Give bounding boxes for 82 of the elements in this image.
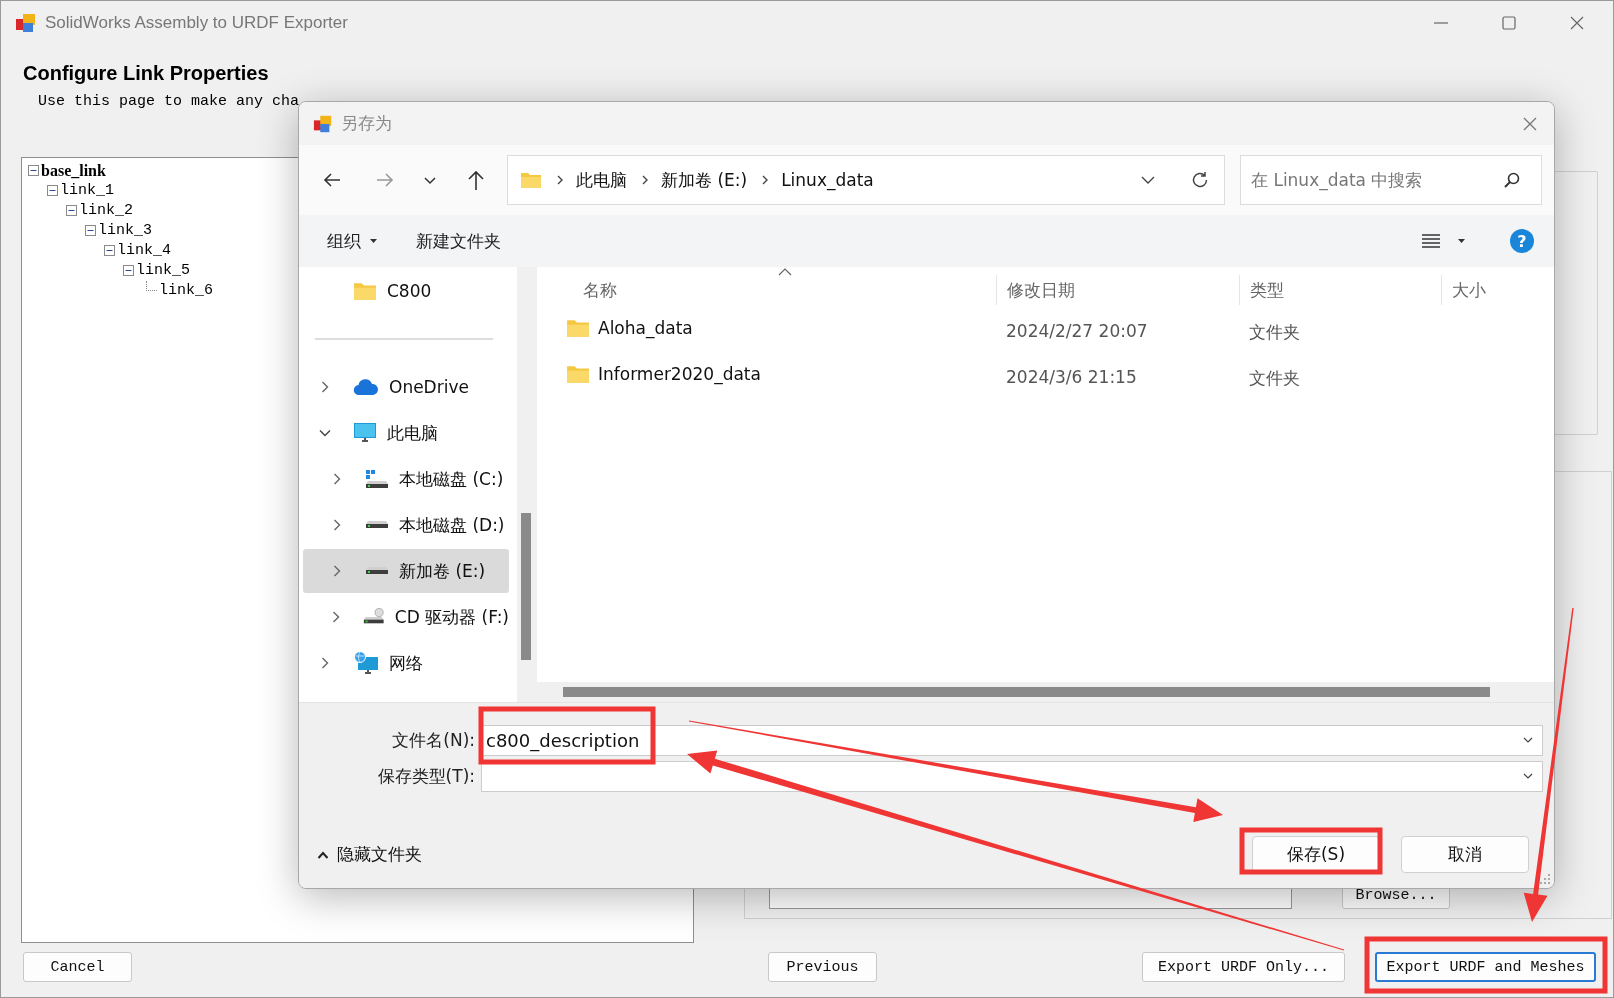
tree-item[interactable]: base_link [41, 160, 106, 180]
sort-caret-icon [778, 268, 792, 276]
column-header[interactable]: 名称 [573, 275, 617, 305]
tree-item[interactable]: link_5 [136, 260, 190, 280]
app-logo-icon [313, 113, 333, 134]
chevron-right-icon [761, 174, 770, 186]
app-logo-icon [15, 12, 37, 34]
close-icon[interactable] [1522, 115, 1538, 132]
column-header[interactable]: 修改日期 [996, 275, 1075, 305]
caret-icon [369, 238, 378, 244]
file-name[interactable]: Aloha_data [598, 318, 693, 338]
field-label: 文件名(N): [391, 728, 475, 752]
nav-item[interactable]: CD 驱动器 (F:) [303, 595, 509, 639]
column-header[interactable]: 类型 [1239, 275, 1284, 305]
tree-item[interactable]: link_6 [159, 280, 213, 300]
collapse-icon[interactable] [47, 184, 58, 196]
nav-item[interactable]: 网络 [303, 641, 509, 685]
file-type-dropdown[interactable] [481, 760, 1543, 792]
breadcrumb-item[interactable]: Linux_data [781, 170, 874, 190]
cloud-icon [353, 378, 379, 396]
collapse-icon[interactable] [28, 164, 39, 176]
page-heading: Configure Link Properties [23, 61, 269, 86]
new-folder-button[interactable]: 新建文件夹 [410, 225, 507, 257]
folder-icon [566, 364, 590, 384]
nav-item[interactable]: OneDrive [303, 365, 509, 409]
file-type: 文件夹 [1249, 367, 1300, 390]
field-label: 保存类型(T): [376, 764, 475, 788]
chevron-right-icon [556, 174, 564, 186]
folder-icon [520, 171, 542, 189]
refresh-icon[interactable] [1190, 170, 1210, 190]
file-type: 文件夹 [1249, 321, 1300, 344]
collapse-icon[interactable] [104, 244, 115, 256]
search-icon [1503, 171, 1521, 189]
close-icon[interactable] [1569, 15, 1585, 31]
nav-item[interactable]: 此电脑 [303, 411, 509, 455]
network-icon [353, 651, 379, 675]
breadcrumb-item[interactable]: 新加卷 (E:) [661, 168, 748, 192]
collapse-icon[interactable] [123, 264, 134, 276]
tree-item[interactable]: link_1 [60, 180, 114, 200]
search-field[interactable]: 在 Linux_data 中搜索 [1240, 155, 1542, 205]
nav-item[interactable]: 本地磁盘 (C:) [303, 457, 509, 501]
caret-icon[interactable] [1457, 238, 1466, 244]
file-date: 2024/3/6 21:15 [1006, 367, 1137, 387]
window-title: SolidWorks Assembly to URDF Exporter [45, 13, 348, 33]
address-bar[interactable]: 此电脑 新加卷 (E:) Linux_data [507, 155, 1225, 205]
scrollbar-thumb[interactable] [521, 513, 531, 660]
page-description: Use this page to make any cha [38, 93, 300, 110]
footer-button[interactable]: Previous [768, 952, 877, 982]
resize-grip-icon[interactable] [1540, 874, 1550, 884]
folder-icon [566, 318, 590, 338]
monitor-icon [353, 422, 377, 444]
nav-item[interactable]: C800 [303, 269, 509, 313]
file-name-field[interactable]: c800_description [481, 724, 1543, 756]
footer-button[interactable]: Export URDF and Meshes [1375, 952, 1596, 982]
dialog-title: 另存为 [341, 112, 392, 135]
chevron-right-icon [641, 174, 649, 186]
nav-item[interactable]: 新加卷 (E:) [303, 549, 509, 593]
hide-folders-button[interactable]: 隐藏文件夹 [313, 839, 426, 870]
folder-icon [353, 281, 377, 301]
footer-button[interactable]: Export URDF Only... [1142, 952, 1345, 982]
cancel-button[interactable]: 取消 [1401, 836, 1529, 873]
drive-icon [365, 567, 389, 575]
tree-item[interactable]: link_3 [98, 220, 152, 240]
column-header[interactable]: 大小 [1441, 275, 1486, 305]
scrollbar-thumb[interactable] [563, 687, 1490, 697]
file-name[interactable]: Informer2020_data [598, 364, 761, 384]
breadcrumb-item[interactable]: 此电脑 [576, 168, 627, 192]
help-button[interactable]: ? [1510, 229, 1534, 253]
file-date: 2024/2/27 20:07 [1006, 321, 1148, 341]
footer-button[interactable]: Cancel [23, 952, 132, 982]
view-options-icon[interactable] [1421, 233, 1441, 249]
organize-button[interactable]: 组织 [321, 225, 384, 257]
collapse-icon[interactable] [85, 224, 96, 236]
collapse-icon[interactable] [66, 204, 77, 216]
drive-icon [365, 521, 389, 529]
up-icon[interactable] [466, 169, 486, 191]
maximize-icon[interactable] [1501, 15, 1517, 31]
tree-item[interactable]: link_2 [79, 200, 133, 220]
drive-icon [365, 469, 389, 489]
nav-item[interactable]: 本地磁盘 (D:) [303, 503, 509, 547]
chevron-up-icon [317, 849, 329, 860]
tree-item[interactable]: link_4 [117, 240, 171, 260]
